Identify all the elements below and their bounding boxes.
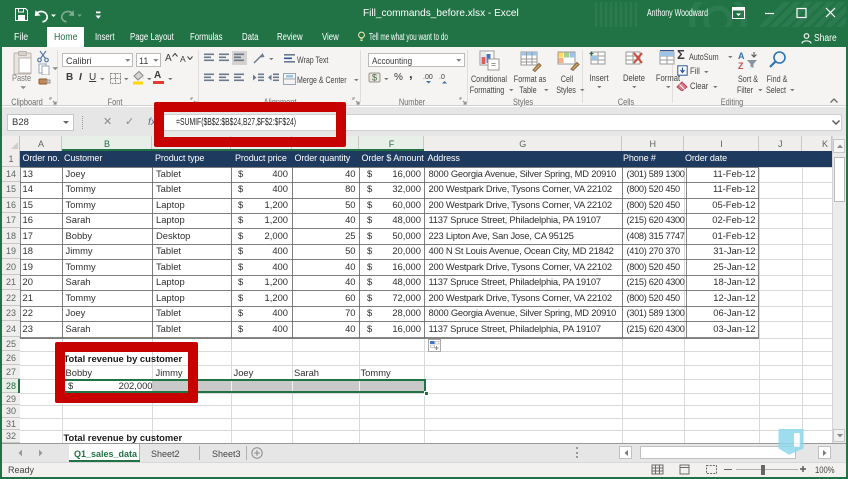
svg-text:.0: .0 <box>439 74 445 81</box>
svg-text:=: = <box>491 60 496 70</box>
svg-text:Z: Z <box>738 61 744 70</box>
svg-text:A: A <box>738 51 745 61</box>
svg-text:$: $ <box>372 73 377 83</box>
svg-text:.00: .00 <box>423 74 433 81</box>
